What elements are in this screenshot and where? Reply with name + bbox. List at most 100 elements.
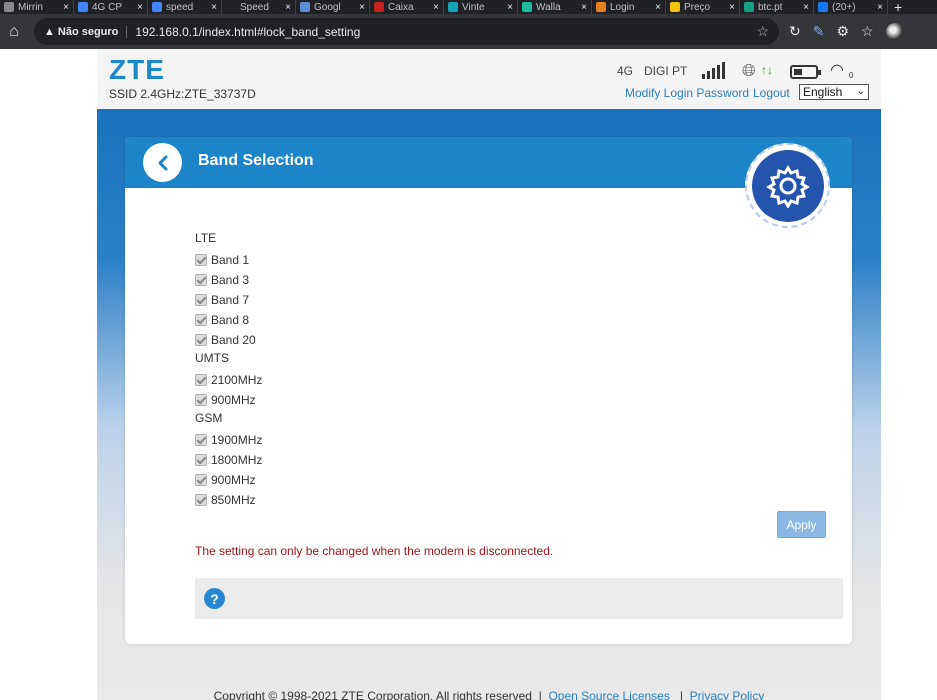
browser-tab[interactable]: 4G CP × (74, 0, 148, 14)
band-option: 850MHz (195, 490, 262, 510)
tab-close-icon[interactable]: × (211, 2, 217, 13)
privacy-policy-link[interactable]: Privacy Policy (690, 689, 765, 700)
band-checkbox[interactable] (195, 494, 207, 506)
tab-favicon-icon (744, 2, 754, 12)
band-checkbox[interactable] (195, 474, 207, 486)
tab-favicon-icon (374, 2, 384, 12)
profile-avatar[interactable] (885, 22, 904, 41)
band-label: Band 3 (211, 273, 250, 287)
browser-tab[interactable]: (20+) × (814, 0, 888, 14)
browser-tab[interactable]: Mirrin × (0, 0, 74, 14)
browser-tab[interactable]: btc.pt × (740, 0, 814, 14)
band-option: 2100MHz (195, 370, 262, 390)
browser-tab[interactable]: Speed × (222, 0, 296, 14)
footer-separator: | (679, 689, 683, 700)
band-option: Band 8 (195, 310, 262, 330)
network-mode: 4G (617, 64, 634, 78)
browser-tab[interactable]: Caixa × (370, 0, 444, 14)
browser-tab[interactable]: Googl × (296, 0, 370, 14)
band-checkbox[interactable] (195, 274, 207, 286)
copyright-text: Copyright © 1998-2021 ZTE Corporation. A… (213, 689, 532, 700)
home-icon[interactable]: ⌂ (0, 23, 28, 41)
tab-favicon-icon (78, 2, 88, 12)
new-tab-button[interactable]: + (888, 0, 908, 14)
band-checkbox[interactable] (195, 454, 207, 466)
band-checkbox[interactable] (195, 294, 207, 306)
band-label: 1900MHz (211, 433, 263, 447)
band-checkbox[interactable] (195, 374, 207, 386)
band-option: 1800MHz (195, 450, 262, 470)
band-label: 900MHz (211, 473, 256, 487)
browser-tab[interactable]: Vinte × (444, 0, 518, 14)
tab-favicon-icon (300, 2, 310, 12)
band-option: Band 1 (195, 250, 262, 270)
help-icon[interactable]: ? (204, 588, 225, 609)
favorites-icon[interactable]: ☆ (861, 23, 874, 40)
tab-title: Login (610, 1, 635, 13)
tab-close-icon[interactable]: × (433, 2, 439, 13)
browser-tab[interactable]: Walla × (518, 0, 592, 14)
open-source-licenses-link[interactable]: Open Source Licenses (548, 689, 669, 700)
tab-favicon-icon (226, 2, 236, 12)
tab-close-icon[interactable]: × (507, 2, 513, 13)
router-header: ZTE SSID 2.4GHz:ZTE_33737D 4G DIGI PT 🌐︎… (97, 49, 881, 109)
reload-icon[interactable]: ↻ (789, 23, 801, 40)
language-value: English (803, 85, 843, 99)
band-checkbox[interactable] (195, 254, 207, 266)
tab-close-icon[interactable]: × (729, 2, 735, 13)
browser-toolbar: ⌂ ▲ Não seguro 192.168.0.1/index.html#lo… (0, 14, 937, 49)
band-label: 850MHz (211, 493, 256, 507)
gear-icon (751, 149, 824, 222)
security-status[interactable]: Não seguro (58, 25, 128, 38)
data-transfer-icon: ↑↓ (761, 63, 773, 77)
tab-close-icon[interactable]: × (359, 2, 365, 13)
router-page: ZTE SSID 2.4GHz:ZTE_33737D 4G DIGI PT 🌐︎… (97, 49, 881, 700)
logout-link[interactable]: Logout (753, 86, 790, 100)
url-text[interactable]: 192.168.0.1/index.html#lock_band_setting (135, 25, 756, 39)
band-checkbox[interactable] (195, 314, 207, 326)
warning-icon[interactable]: ▲ (44, 26, 55, 38)
tab-favicon-icon (152, 2, 162, 12)
band-checkbox[interactable] (195, 334, 207, 346)
band-selection-card: Band Selection LTE Band 1 Band 3 Band 7 Band… (125, 137, 852, 644)
band-label: Band 7 (211, 293, 250, 307)
band-checkbox[interactable] (195, 434, 207, 446)
band-option: Band 3 (195, 270, 262, 290)
band-group-label: GSM (195, 411, 223, 425)
disconnect-notice: The setting can only be changed when the… (195, 544, 554, 558)
tab-favicon-icon (522, 2, 532, 12)
modify-password-link[interactable]: Modify Login Password (625, 86, 749, 100)
browser-tab[interactable]: Login × (592, 0, 666, 14)
band-checkbox[interactable] (195, 394, 207, 406)
tab-close-icon[interactable]: × (877, 2, 883, 13)
tab-close-icon[interactable]: × (137, 2, 143, 13)
tab-title: Mirrin (18, 1, 43, 13)
band-label: 2100MHz (211, 373, 263, 387)
wifi-client-count: 0 (849, 71, 854, 80)
bookmark-star-icon[interactable]: ☆ (756, 23, 769, 40)
browser-tab[interactable]: Preço × (666, 0, 740, 14)
chevron-left-icon (158, 155, 167, 170)
band-group-label: UMTS (195, 351, 229, 365)
tab-close-icon[interactable]: × (655, 2, 661, 13)
tab-close-icon[interactable]: × (581, 2, 587, 13)
browser-tab[interactable]: speed × (148, 0, 222, 14)
chevron-down-icon: ⌄ (856, 86, 865, 97)
tab-title: speed (166, 1, 194, 13)
tab-list: Mirrin × 4G CP × speed × Speed × Googl × Caixa × Vin… (0, 0, 888, 14)
extensions-puzzle-icon[interactable]: ⚙ (836, 23, 849, 40)
apply-button[interactable]: Apply (777, 511, 826, 538)
tab-favicon-icon (4, 2, 14, 12)
extension-pen-icon[interactable]: ✎ (813, 23, 825, 40)
tab-close-icon[interactable]: × (803, 2, 809, 13)
tab-close-icon[interactable]: × (285, 2, 291, 13)
band-option: Band 7 (195, 290, 262, 310)
back-button[interactable] (143, 143, 182, 182)
address-bar[interactable]: ▲ Não seguro 192.168.0.1/index.html#lock… (34, 18, 779, 45)
tab-title: Caixa (388, 1, 414, 13)
signal-strength-icon (702, 61, 725, 79)
carrier-name: DIGI PT (644, 64, 688, 78)
tab-close-icon[interactable]: × (63, 2, 69, 13)
language-select[interactable]: English ⌄ (799, 84, 869, 100)
help-bar: ? (195, 578, 843, 619)
